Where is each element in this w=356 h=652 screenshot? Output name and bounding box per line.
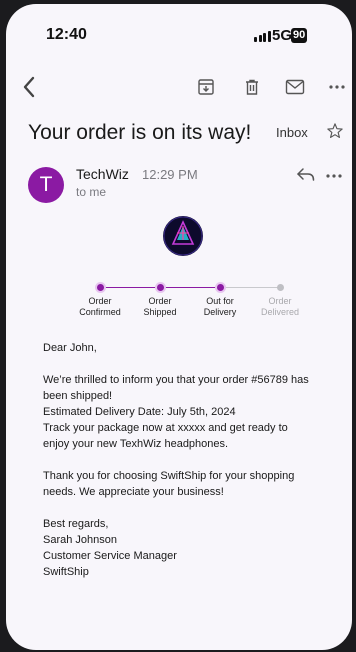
techwiz-logo [163, 216, 203, 256]
mail-icon[interactable] [282, 74, 308, 100]
signal-icon [254, 30, 271, 42]
email-subject: Your order is on its way! [28, 121, 252, 144]
status-bar: 12:40 5G 90 [6, 26, 352, 50]
signature-line: Customer Service Manager [43, 550, 177, 562]
signature-line: Best regards, [43, 518, 109, 530]
shipment-progress: Order Confirmed Order Shipped Out for Deliv… [66, 282, 316, 332]
trash-icon[interactable] [239, 74, 265, 100]
email-toolbar [6, 74, 352, 102]
step-label: Order Confirmed [79, 296, 121, 317]
body-line: been shipped! [43, 390, 113, 402]
more-icon[interactable] [324, 74, 350, 100]
network-label: 5G [272, 27, 293, 44]
step-label: Order Delivered [260, 296, 300, 317]
star-icon[interactable] [326, 122, 344, 145]
body-line: needs. We appreciate your business! [43, 486, 224, 498]
reply-icon[interactable] [296, 166, 316, 187]
recipient-label[interactable]: to me [76, 185, 106, 199]
step-dot [96, 284, 104, 291]
step-out-for-delivery: Out for Delivery [190, 282, 250, 318]
body-line: Thank you for choosing SwiftShip for you… [43, 470, 295, 482]
archive-icon[interactable] [193, 74, 219, 100]
step-dot [156, 284, 164, 291]
email-time: 12:29 PM [142, 167, 198, 182]
more-icon[interactable] [326, 166, 342, 184]
step-order-shipped: Order Shipped [130, 282, 190, 318]
sender-avatar[interactable]: T [28, 167, 64, 203]
greeting: Dear John, [43, 342, 97, 354]
back-arrow-icon[interactable] [16, 74, 42, 100]
body-line: Estimated Delivery Date: July 5th, 2024 [43, 406, 236, 418]
step-label: Out for Delivery [203, 296, 237, 317]
body-line: enjoy your new TexhWiz headphones. [43, 438, 229, 450]
email-body: Dear John, We’re thrilled to inform you … [43, 340, 339, 580]
step-label: Order Shipped [143, 296, 177, 317]
step-dot [216, 284, 224, 291]
step-order-delivered: Order Delivered [250, 282, 310, 318]
signature-line: SwiftShip [43, 566, 89, 578]
battery-indicator: 90 [291, 28, 308, 43]
sender-name[interactable]: TechWiz [76, 166, 129, 182]
phone-screen: 12:40 5G 90 Your order is on its way! In… [6, 4, 352, 650]
body-line: Track your package now at xxxxx and get … [43, 422, 288, 434]
signature-line: Sarah Johnson [43, 534, 117, 546]
body-line: We’re thrilled to inform you that your o… [43, 374, 309, 386]
step-dot [276, 284, 284, 291]
status-time: 12:40 [46, 26, 87, 43]
inbox-label[interactable]: Inbox [276, 125, 308, 140]
step-order-confirmed: Order Confirmed [70, 282, 130, 318]
